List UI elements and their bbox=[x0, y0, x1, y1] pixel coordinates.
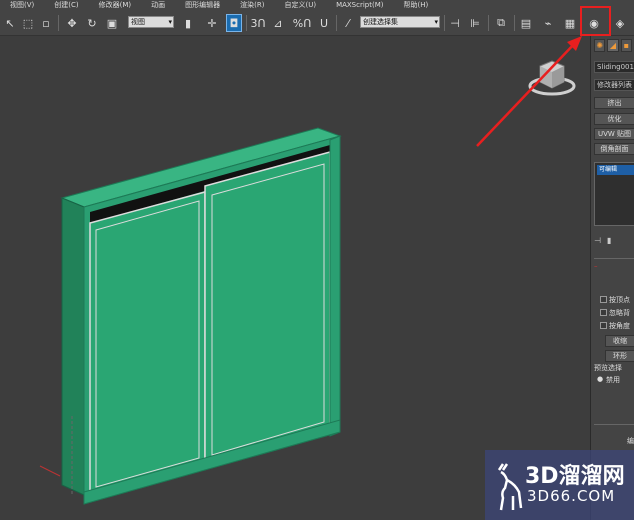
shrink-button[interactable]: 收缩 bbox=[605, 335, 634, 347]
by-vertex-label: 按顶点 bbox=[609, 296, 630, 304]
command-panel: ✺ ◢ ▪ Sliding001 修改器列表 挤出 优化 UVW 贴图 倒角剖面… bbox=[590, 36, 634, 520]
bevel-profile-button[interactable]: 倒角剖面 bbox=[594, 143, 634, 155]
curve-editor-icon[interactable]: ⌁ bbox=[540, 14, 556, 32]
preview-selection-label: 预览选择 bbox=[594, 364, 622, 372]
menu-help[interactable]: 帮助(H) bbox=[394, 0, 439, 11]
selection-rollout-divider bbox=[594, 258, 634, 259]
schematic-view-icon[interactable]: ▦ bbox=[562, 14, 578, 32]
menu-modifiers[interactable]: 修改器(M) bbox=[89, 0, 142, 11]
modify-tab-icon[interactable]: ◢ bbox=[607, 39, 619, 52]
menu-view[interactable]: 视图(V) bbox=[0, 0, 44, 11]
extrude-button[interactable]: 挤出 bbox=[594, 97, 634, 109]
stack-tools: ⊣ ▮ bbox=[594, 234, 634, 246]
perspective-viewport[interactable] bbox=[0, 36, 590, 520]
move-icon[interactable]: ✥ bbox=[64, 14, 80, 32]
menu-graph-editors[interactable]: 图形编辑器 bbox=[175, 0, 230, 11]
window-crossing-icon[interactable]: ▫ bbox=[38, 14, 54, 32]
watermark-subtitle: 3D66.COM bbox=[527, 487, 616, 505]
menu-create[interactable]: 创建(C) bbox=[44, 0, 88, 11]
render-setup-icon[interactable]: ◈ bbox=[612, 14, 628, 32]
align-icon[interactable]: ⊫ bbox=[467, 14, 483, 32]
disable-label: 禁用 bbox=[606, 376, 620, 384]
bottom-rollout-label: 编 bbox=[627, 437, 634, 445]
scene-explorer-icon[interactable]: ▤ bbox=[518, 14, 534, 32]
disable-radio[interactable]: ● bbox=[597, 375, 603, 383]
layer-manager-icon[interactable]: ⧉ bbox=[493, 14, 509, 32]
optimize-button[interactable]: 优化 bbox=[594, 113, 634, 125]
object-name-field[interactable]: Sliding001 bbox=[594, 61, 634, 73]
rollout-toggle-icon[interactable]: – bbox=[594, 262, 598, 270]
pin-stack-icon[interactable]: ⊣ bbox=[594, 236, 601, 245]
by-vertex-checkbox[interactable] bbox=[600, 296, 607, 303]
deer-logo-icon bbox=[497, 463, 523, 511]
watermark: 3D溜溜网 3D66.COM bbox=[485, 450, 634, 520]
sliding-door-model bbox=[60, 127, 342, 505]
uvw-map-button[interactable]: UVW 贴图 bbox=[594, 128, 634, 140]
mirror-icon[interactable]: ⊣ bbox=[447, 14, 463, 32]
stack-item[interactable]: 可编辑 bbox=[597, 165, 634, 175]
menu-animation[interactable]: 动画 bbox=[141, 0, 175, 11]
modifier-list-dropdown[interactable]: 修改器列表 bbox=[594, 79, 634, 91]
percent-snap-icon[interactable]: % ᑎ bbox=[293, 14, 312, 32]
ignore-backfacing-label: 忽略背 bbox=[609, 309, 630, 317]
modifier-stack[interactable]: 可编辑 bbox=[594, 162, 634, 226]
hierarchy-tab-icon[interactable]: ▪ bbox=[620, 39, 632, 52]
keyboard-shortcut-override-icon[interactable]: ◘ bbox=[226, 14, 242, 32]
spinner-snap-icon[interactable]: ᑌ bbox=[316, 14, 332, 32]
rollout-divider bbox=[594, 424, 634, 425]
create-tab-icon[interactable]: ✺ bbox=[594, 39, 606, 52]
named-selection-set-dropdown[interactable]: 创建选择集 ▾ bbox=[360, 16, 440, 28]
main-toolbar: ↖ ⬚ ▫ ✥ ↻ ▣ 视图 ▾ ▮ ✛ ◘ 3ᑎ ⊿ % ᑎ ᑌ ⁄ 创建选择集 ▾… bbox=[0, 11, 634, 36]
material-editor-highlight bbox=[580, 6, 611, 36]
pivot-icon[interactable]: ▮ bbox=[180, 14, 196, 32]
angle-snap-icon[interactable]: ⊿ bbox=[270, 14, 286, 32]
menu-maxscript[interactable]: MAXScript(M) bbox=[326, 0, 393, 11]
reference-coordinate-dropdown[interactable]: 视图 ▾ bbox=[128, 16, 174, 28]
menu-bar: 视图(V) 创建(C) 修改器(M) 动画 图形编辑器 渲染(R) 自定义(U)… bbox=[0, 0, 634, 11]
scale-icon[interactable]: ▣ bbox=[104, 14, 120, 32]
ignore-backfacing-checkbox[interactable] bbox=[600, 309, 607, 316]
scene-drawing bbox=[39, 36, 582, 505]
rectangle-selection-icon[interactable]: ⬚ bbox=[20, 14, 36, 32]
edit-named-selection-icon[interactable]: ⁄ bbox=[340, 14, 356, 32]
select-manipulate-icon[interactable]: ✛ bbox=[204, 14, 220, 32]
rotate-icon[interactable]: ↻ bbox=[84, 14, 100, 32]
by-angle-checkbox[interactable] bbox=[600, 322, 607, 329]
select-object-icon[interactable]: ↖ bbox=[2, 14, 18, 32]
show-end-result-icon[interactable]: ▮ bbox=[607, 236, 611, 245]
ring-button[interactable]: 环形 bbox=[605, 350, 634, 362]
by-angle-label: 按角度 bbox=[609, 322, 630, 330]
menu-rendering[interactable]: 渲染(R) bbox=[230, 0, 274, 11]
watermark-title: 3D溜溜网 bbox=[525, 464, 625, 489]
menu-customize[interactable]: 自定义(U) bbox=[274, 0, 326, 11]
snap-toggle-icon[interactable]: 3ᑎ bbox=[250, 14, 266, 32]
